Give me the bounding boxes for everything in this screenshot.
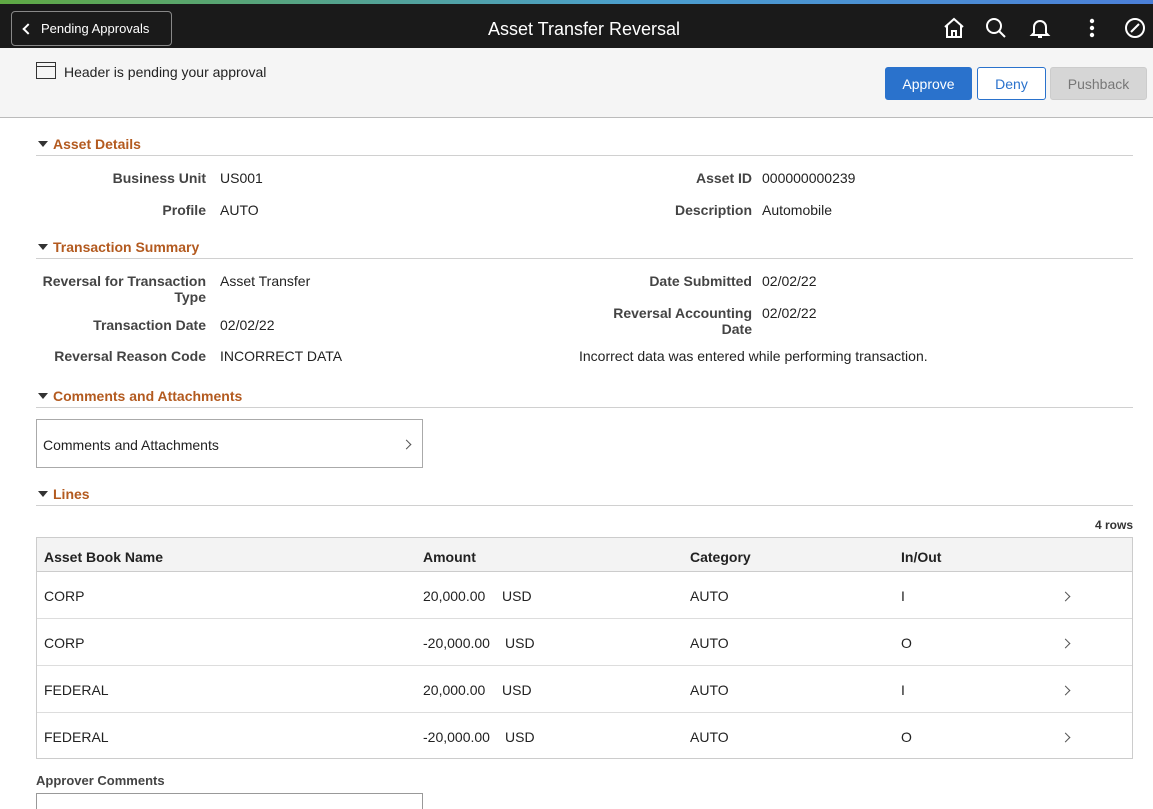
- in-out-cell: O: [901, 729, 912, 745]
- profile-label: Profile: [162, 202, 206, 218]
- bell-icon[interactable]: [1028, 16, 1052, 40]
- category-cell: AUTO: [690, 588, 729, 604]
- reversal-type-value: Asset Transfer: [220, 273, 311, 289]
- section-title: Transaction Summary: [53, 239, 200, 255]
- search-icon[interactable]: [984, 16, 1008, 40]
- section-transaction-summary[interactable]: Transaction Summary: [36, 239, 1133, 259]
- approver-comments-label: Approver Comments: [36, 773, 165, 788]
- currency-cell: USD: [505, 729, 535, 745]
- reason-code-value: INCORRECT DATA: [220, 348, 343, 364]
- in-out-cell: I: [901, 588, 905, 604]
- column-header-amount: Amount: [423, 549, 476, 565]
- asset-id-value: 000000000239: [762, 170, 856, 186]
- section-title: Lines: [53, 486, 90, 502]
- section-comments-attachments[interactable]: Comments and Attachments: [36, 388, 1133, 408]
- nav-compass-icon[interactable]: [1123, 16, 1147, 40]
- collapse-triangle-icon: [38, 393, 48, 399]
- column-header-in-out: In/Out: [901, 549, 942, 565]
- table-row[interactable]: CORP 20,000.00 USD AUTO I: [37, 572, 1132, 619]
- category-cell: AUTO: [690, 682, 729, 698]
- chevron-right-icon: [401, 439, 412, 450]
- currency-cell: USD: [502, 682, 532, 698]
- table-row[interactable]: CORP -20,000.00 USD AUTO O: [37, 619, 1132, 666]
- collapse-triangle-icon: [38, 141, 48, 147]
- asset-book-cell: FEDERAL: [44, 682, 109, 698]
- column-header-asset-book: Asset Book Name: [44, 549, 164, 565]
- business-unit-label: Business Unit: [112, 170, 206, 186]
- banner-accent-stripe: [0, 0, 1153, 4]
- currency-cell: USD: [502, 588, 532, 604]
- label-line: Reversal Accounting: [613, 305, 752, 321]
- label-line: Date: [721, 321, 752, 337]
- business-unit-value: US001: [220, 170, 263, 186]
- asset-id-label: Asset ID: [695, 170, 752, 186]
- amount-cell: 20,000.00: [423, 682, 486, 698]
- amount-cell: -20,000.00: [423, 729, 490, 745]
- chevron-right-icon: [1060, 685, 1071, 696]
- currency-cell: USD: [505, 635, 535, 651]
- comments-attachments-link[interactable]: Comments and Attachments: [36, 419, 423, 468]
- section-title: Asset Details: [53, 136, 141, 152]
- lines-grid: Asset Book Name Amount Category In/Out C…: [36, 537, 1133, 759]
- category-cell: AUTO: [690, 729, 729, 745]
- top-banner: Pending Approvals Asset Transfer Reversa…: [0, 0, 1153, 48]
- table-row[interactable]: FEDERAL 20,000.00 USD AUTO I: [37, 666, 1132, 713]
- comments-link-label: Comments and Attachments: [43, 437, 219, 453]
- description-label: Description: [674, 202, 752, 218]
- category-cell: AUTO: [690, 635, 729, 651]
- reversal-type-label: Reversal for Transaction Type: [36, 273, 206, 305]
- in-out-cell: I: [901, 682, 905, 698]
- description-value: Automobile: [762, 202, 833, 218]
- transaction-date-label: Transaction Date: [93, 317, 206, 333]
- date-submitted-label: Date Submitted: [649, 273, 752, 289]
- section-lines[interactable]: Lines: [36, 486, 1133, 506]
- table-row[interactable]: FEDERAL -20,000.00 USD AUTO O: [37, 713, 1132, 760]
- window-icon: [36, 62, 56, 79]
- reversal-accounting-date-value: 02/02/22: [762, 305, 817, 321]
- pending-status-text: Header is pending your approval: [64, 64, 267, 80]
- label-line: Type: [174, 289, 206, 305]
- amount-cell: 20,000.00: [423, 588, 486, 604]
- chevron-right-icon: [1060, 732, 1071, 743]
- section-title: Comments and Attachments: [53, 388, 243, 404]
- home-icon[interactable]: [942, 16, 966, 40]
- asset-book-cell: CORP: [44, 588, 85, 604]
- collapse-triangle-icon: [38, 491, 48, 497]
- approval-subheader: Header is pending your approval Approve …: [0, 48, 1153, 118]
- in-out-cell: O: [901, 635, 912, 651]
- grid-header: Asset Book Name Amount Category In/Out: [37, 538, 1132, 572]
- label-line: Reversal for Transaction: [42, 273, 206, 289]
- pushback-button[interactable]: Pushback: [1050, 67, 1147, 100]
- asset-book-cell: CORP: [44, 635, 85, 651]
- reason-description: Incorrect data was entered while perform…: [579, 348, 928, 364]
- reason-code-label: Reversal Reason Code: [54, 348, 206, 364]
- collapse-triangle-icon: [38, 244, 48, 250]
- amount-cell: -20,000.00: [423, 635, 490, 651]
- chevron-right-icon: [1060, 638, 1071, 649]
- asset-book-cell: FEDERAL: [44, 729, 109, 745]
- more-vertical-icon[interactable]: [1080, 16, 1104, 40]
- date-submitted-value: 02/02/22: [762, 273, 817, 289]
- transaction-date-value: 02/02/22: [220, 317, 275, 333]
- approver-comments-input[interactable]: [36, 793, 423, 809]
- chevron-right-icon: [1060, 591, 1071, 602]
- deny-button[interactable]: Deny: [977, 67, 1046, 100]
- row-count: 4 rows: [1094, 518, 1133, 532]
- column-header-category: Category: [690, 549, 751, 565]
- reversal-accounting-date-label: Reversal Accounting Date: [580, 305, 752, 337]
- page-title: Asset Transfer Reversal: [487, 19, 681, 39]
- section-asset-details[interactable]: Asset Details: [36, 136, 1133, 156]
- approve-button[interactable]: Approve: [885, 67, 972, 100]
- profile-value: AUTO: [220, 202, 259, 218]
